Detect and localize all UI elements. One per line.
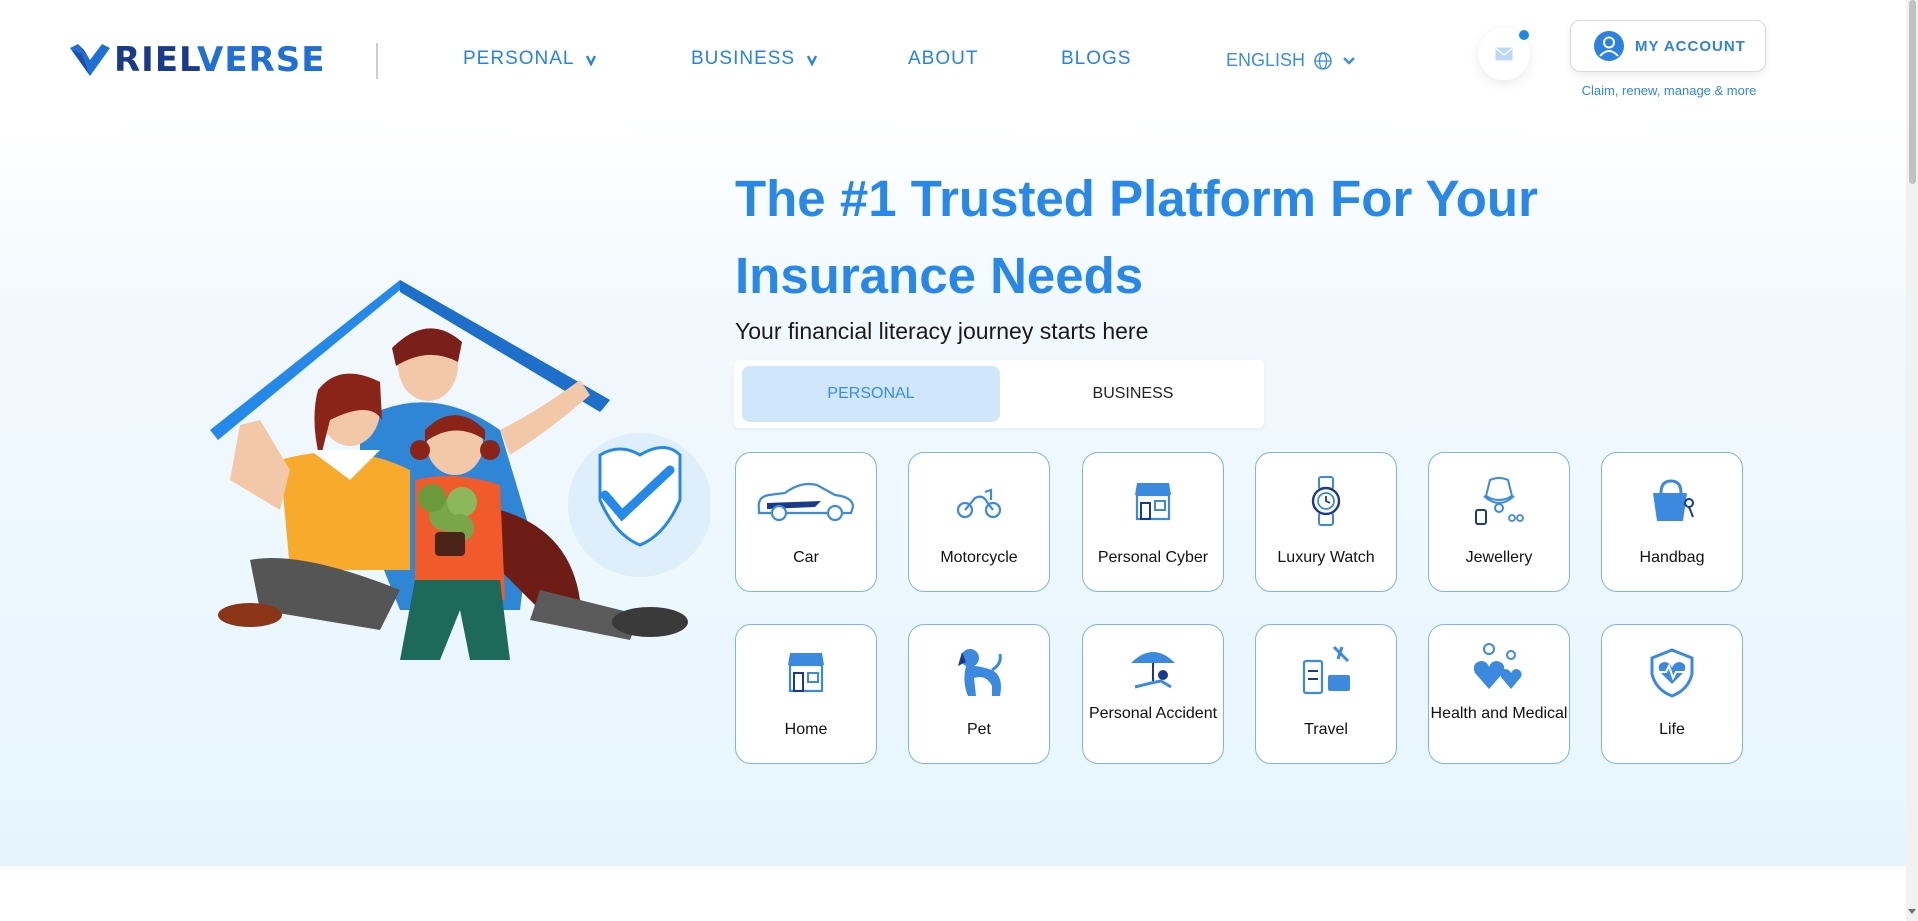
product-label: Car — [793, 549, 819, 566]
product-label: Home — [784, 721, 828, 738]
chevron-down-icon — [1343, 56, 1355, 65]
product-card-pet[interactable]: Pet — [908, 624, 1050, 764]
next-section — [0, 865, 1906, 921]
logo-divider — [376, 43, 378, 79]
my-account-button[interactable]: MY ACCOUNT — [1570, 20, 1766, 72]
product-label: Health and Medical — [1430, 705, 1568, 722]
product-card-jewellery[interactable]: Jewellery — [1428, 452, 1570, 592]
nav-business-label: BUSINESS — [691, 48, 796, 69]
product-card-home[interactable]: Home — [735, 624, 877, 764]
product-label: Jewellery — [1465, 549, 1533, 566]
product-card-personal-accident[interactable]: Personal Accident — [1082, 624, 1224, 764]
insurance-type-toggle: PERSONAL BUSINESS — [734, 360, 1264, 428]
travel-icon — [1302, 645, 1350, 695]
product-label: Life — [1659, 721, 1685, 738]
home-icon — [788, 653, 824, 693]
notification-dot — [1519, 30, 1529, 40]
product-card-personal-cyber[interactable]: Personal Cyber — [1082, 452, 1224, 592]
health-icon — [1473, 643, 1522, 689]
motorcycle-icon — [956, 488, 1002, 519]
mail-icon — [1495, 47, 1513, 61]
product-label: Motorcycle — [940, 549, 1018, 566]
chevron-down-icon — [807, 55, 818, 66]
jewellery-icon — [1475, 477, 1524, 525]
product-card-luxury-watch[interactable]: Luxury Watch — [1255, 452, 1397, 592]
product-label: Personal Accident — [1088, 705, 1218, 722]
user-icon — [1594, 31, 1624, 61]
language-label: ENGLISH — [1226, 50, 1306, 70]
accident-icon — [1131, 652, 1175, 689]
product-label: Travel — [1304, 721, 1348, 738]
account-subtext: Claim, renew, manage & more — [1581, 83, 1757, 98]
handbag-icon — [1653, 479, 1694, 521]
product-label: Personal Cyber — [1097, 549, 1209, 566]
product-card-health-medical[interactable]: Health and Medical — [1428, 624, 1570, 764]
globe-icon — [1314, 51, 1332, 70]
product-label: Handbag — [1639, 549, 1705, 566]
tab-business[interactable]: BUSINESS — [1004, 366, 1262, 422]
hero-title: The #1 Trusted Platform For Your Insuran… — [735, 160, 1635, 314]
product-label: Luxury Watch — [1277, 549, 1375, 566]
cyber-house-icon — [1135, 483, 1171, 521]
nav-about-label: ABOUT — [908, 48, 979, 69]
brand-wordmark: RIELVERSE — [114, 40, 326, 80]
chevron-down-icon — [586, 55, 597, 66]
site-header: RIELVERSE PERSONAL BUSINESS ABOUT BLOGS … — [0, 0, 1906, 120]
watch-icon — [1311, 476, 1341, 526]
product-card-travel[interactable]: Travel — [1255, 624, 1397, 764]
hero-title-line2: Insurance Needs — [735, 247, 1144, 304]
nav-personal-label: PERSONAL — [463, 48, 575, 69]
product-card-car[interactable]: Car — [735, 452, 877, 592]
heart-v-icon — [70, 44, 110, 76]
product-card-life[interactable]: Life — [1601, 624, 1743, 764]
family-illustration — [210, 280, 710, 660]
hero-title-line1: The #1 Trusted Platform For Your — [735, 170, 1538, 227]
product-card-handbag[interactable]: Handbag — [1601, 452, 1743, 592]
product-card-motorcycle[interactable]: Motorcycle — [908, 452, 1050, 592]
pet-icon — [958, 649, 1002, 696]
product-label: Pet — [966, 721, 991, 738]
scroll-down-arrow[interactable] — [1908, 909, 1916, 914]
language-selector[interactable]: ENGLISH — [1226, 50, 1357, 71]
car-icon — [757, 482, 855, 522]
nav-personal[interactable]: PERSONAL — [463, 48, 598, 70]
nav-about[interactable]: ABOUT — [908, 48, 978, 70]
tab-personal[interactable]: PERSONAL — [742, 366, 1000, 422]
my-account-label: MY ACCOUNT — [1635, 37, 1746, 55]
hero-subtitle: Your financial literacy journey starts h… — [735, 318, 1149, 344]
nav-blogs[interactable]: BLOGS — [1061, 48, 1131, 70]
life-shield-icon — [1650, 648, 1694, 698]
scrollbar-thumb[interactable] — [1909, 0, 1916, 184]
brand-logo[interactable]: RIELVERSE — [68, 40, 325, 80]
nav-blogs-label: BLOGS — [1061, 48, 1132, 69]
nav-business[interactable]: BUSINESS — [691, 48, 819, 70]
